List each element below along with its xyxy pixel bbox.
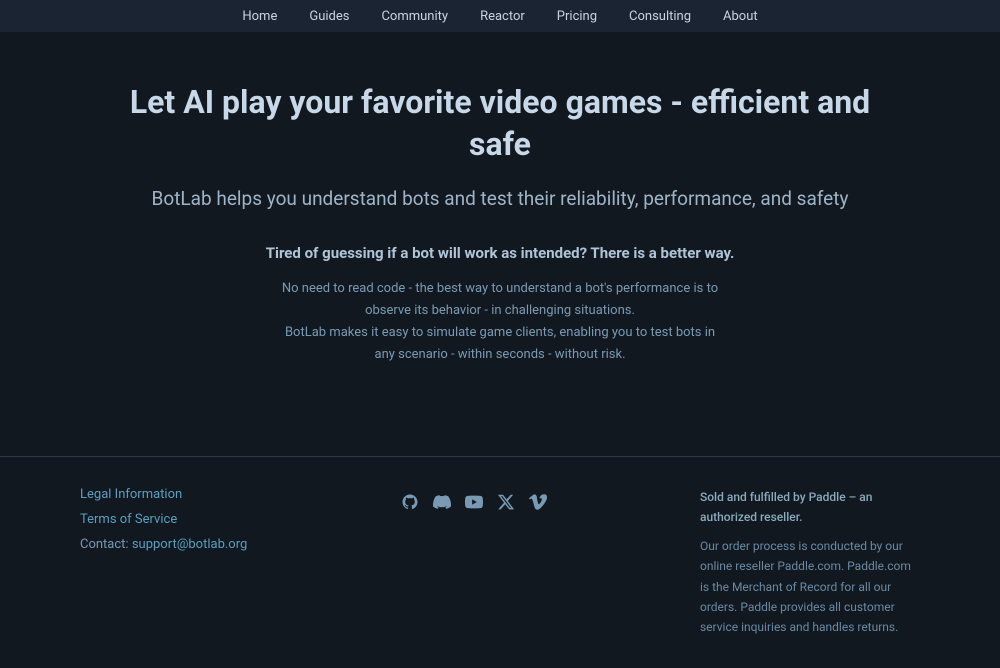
discord-icon[interactable] [433,493,451,511]
footer-right: Sold and fulfilled by Paddle – an author… [700,487,920,638]
hero-hook: Tired of guessing if a bot will work as … [120,244,880,262]
page-footer: Legal Information Terms of Service Conta… [0,456,1000,668]
youtube-icon[interactable] [465,493,483,511]
nav-home[interactable]: Home [242,9,277,24]
hero-desc-1: No need to read code - the best way to u… [280,278,720,366]
footer-left: Legal Information Terms of Service Conta… [80,487,247,552]
nav-pricing[interactable]: Pricing [557,9,597,24]
footer-contact: Contact: support@botlab.org [80,537,247,552]
social-icons [401,493,547,511]
footer-center [401,487,547,511]
nav-consulting[interactable]: Consulting [629,9,691,24]
hero-title: Let AI play your favorite video games - … [120,82,880,165]
main-nav: Home Guides Community Reactor Pricing Co… [0,0,1000,32]
paddle-sold-text: Sold and fulfilled by Paddle – an author… [700,487,920,528]
tos-link[interactable]: Terms of Service [80,512,247,527]
twitter-icon[interactable] [497,493,515,511]
hero-section: Let AI play your favorite video games - … [100,32,900,396]
legal-link[interactable]: Legal Information [80,487,247,502]
vimeo-icon[interactable] [529,493,547,511]
contact-email-link[interactable]: support@botlab.org [132,537,247,552]
nav-community[interactable]: Community [381,9,448,24]
nav-reactor[interactable]: Reactor [480,9,525,24]
nav-guides[interactable]: Guides [309,9,349,24]
paddle-detail-text: Our order process is conducted by our on… [700,536,920,638]
github-icon[interactable] [401,493,419,511]
hero-subtitle: BotLab helps you understand bots and tes… [120,185,880,214]
nav-about[interactable]: About [723,9,758,24]
